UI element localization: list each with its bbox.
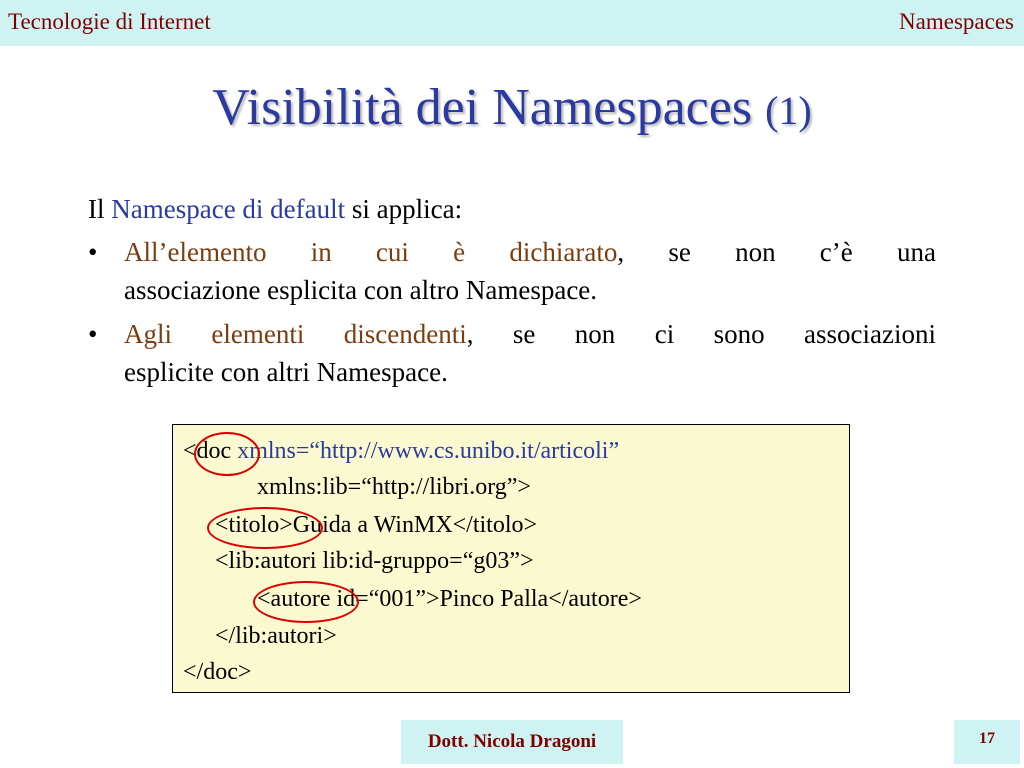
code-line-7: </doc> [183, 659, 252, 685]
highlight-circle-autore [253, 581, 359, 623]
bullet-highlight: Agli elementi discendenti [124, 319, 467, 349]
highlight-circle-titolo [207, 507, 323, 549]
bullet-item: • Agli elementi discendenti, se non ci s… [88, 315, 936, 391]
bullet-icon: • [88, 319, 98, 349]
intro-highlight: Namespace di default [111, 194, 346, 224]
slide-body: Il Namespace di default si applica: • Al… [88, 190, 936, 397]
bullet-line-2: associazione esplicita con altro Namespa… [124, 275, 598, 305]
code-line-6: </lib:autori> [215, 623, 337, 649]
bullet-line-1: Agli elementi discendenti, se non ci son… [124, 315, 936, 353]
intro-suffix: si applica: [351, 194, 463, 224]
code-default-namespace: xmlns=“http://www.cs.unibo.it/articoli” [237, 438, 620, 464]
slide-title-number: (1) [765, 88, 812, 133]
bullet-icon: • [88, 237, 98, 267]
bullet-rest: , se non ci sono associazioni [466, 319, 936, 349]
footer-page-number: 17 [954, 720, 1020, 764]
bullet-rest: , se non c’è una [617, 237, 936, 267]
xml-code-box: <doc xmlns=“http://www.cs.unibo.it/artic… [172, 424, 850, 693]
bullet-line-1: All’elemento in cui è dichiarato, se non… [124, 233, 936, 271]
bullet-line-2: esplicite con altri Namespace. [124, 357, 448, 387]
intro-prefix: Il [88, 194, 105, 224]
bullet-item: • All’elemento in cui è dichiarato, se n… [88, 233, 936, 309]
highlight-circle-doc [194, 432, 260, 476]
footer-author: Dott. Nicola Dragoni [401, 720, 623, 764]
code-line-2: xmlns:lib=“http://libri.org”> [257, 474, 531, 500]
section-title: Namespaces [899, 9, 1014, 34]
course-title: Tecnologie di Internet [8, 9, 211, 34]
code-line-4: <lib:autori lib:id-gruppo=“g03”> [215, 548, 534, 574]
header-bar: Tecnologie di Internet Namespaces [0, 0, 1024, 46]
intro-line: Il Namespace di default si applica: [88, 190, 936, 228]
slide-title-main: Visibilità dei Namespaces [212, 79, 753, 136]
slide-title: Visibilità dei Namespaces (1) [0, 78, 1024, 137]
bullet-highlight: All’elemento in cui è dichiarato [124, 237, 618, 267]
